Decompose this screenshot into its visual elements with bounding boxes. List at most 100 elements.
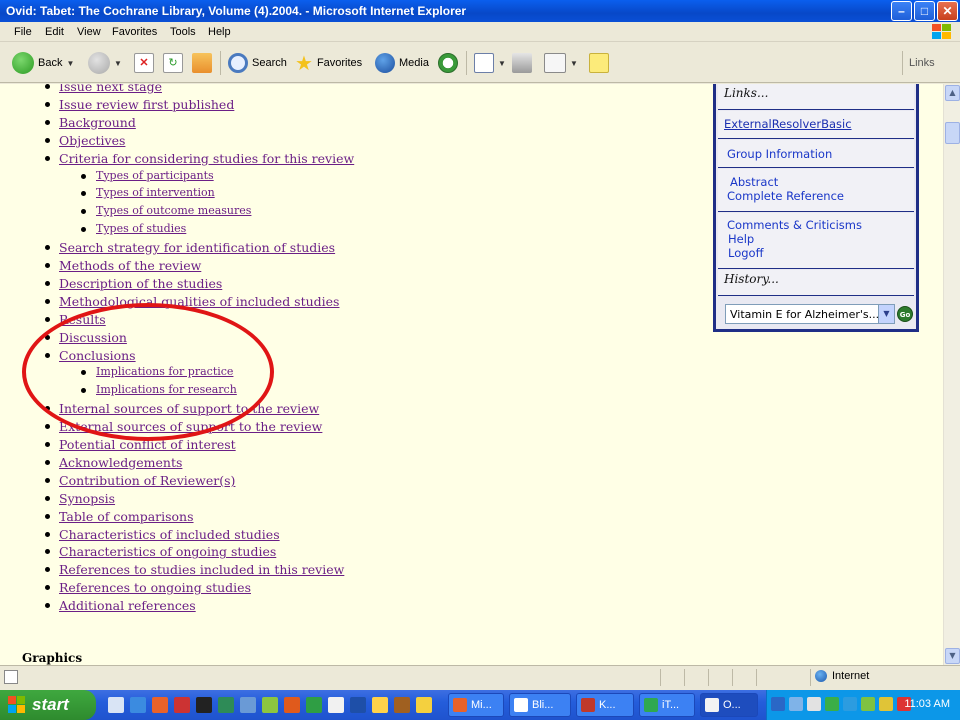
toc-link[interactable]: References to ongoing studies [59, 580, 251, 595]
search-button[interactable]: Search [228, 51, 287, 75]
toc-link[interactable]: Implications for research [96, 383, 237, 396]
toc-link[interactable]: Table of comparisons [59, 509, 194, 524]
menu-help[interactable]: Help [208, 26, 231, 38]
refresh-button[interactable]: ↻ [163, 51, 183, 75]
toc-link[interactable]: Methodological qualities of included stu… [59, 294, 339, 309]
logoff-link[interactable]: Logoff [727, 246, 905, 260]
toc-link[interactable]: External sources of support to the revie… [59, 419, 322, 434]
abstract-cell: Abstract Complete Reference [718, 169, 914, 212]
chevron-down-icon[interactable]: ▼ [570, 59, 578, 68]
menu-tools[interactable]: Tools [170, 26, 196, 38]
quicklaunch-ie-icon[interactable] [130, 697, 146, 713]
quicklaunch-excel-icon[interactable] [218, 697, 234, 713]
minimize-button[interactable]: – [891, 1, 912, 21]
maximize-button[interactable]: □ [914, 1, 935, 21]
quicklaunch-app6-icon[interactable] [372, 697, 388, 713]
quicklaunch-app7-icon[interactable] [394, 697, 410, 713]
chevron-down-icon[interactable]: ▼ [66, 59, 74, 68]
edit-button[interactable]: ▼ [544, 51, 578, 75]
toc-link[interactable]: Types of outcome measures [96, 204, 251, 217]
tray-app6-icon[interactable] [879, 697, 893, 711]
toc-link[interactable]: Acknowledgements [59, 455, 182, 470]
toc-link[interactable]: Characteristics of ongoing studies [59, 544, 276, 559]
toc-link[interactable]: References to studies included in this r… [59, 562, 344, 577]
toc-link[interactable]: Issue review first published [59, 97, 234, 112]
toc-link[interactable]: Implications for practice [96, 365, 233, 378]
toc-link[interactable]: Search strategy for identification of st… [59, 240, 335, 255]
quicklaunch-powerpoint-icon[interactable] [152, 697, 168, 713]
notes-button[interactable] [589, 51, 609, 75]
quicklaunch-app4-icon[interactable] [306, 697, 322, 713]
toc-link[interactable]: Types of studies [96, 222, 186, 235]
quicklaunch-app8-icon[interactable] [416, 697, 432, 713]
scroll-thumb[interactable] [945, 122, 960, 144]
favorites-button[interactable]: ★ Favorites [295, 51, 362, 75]
chevron-down-icon[interactable]: ▼ [114, 59, 122, 68]
vertical-scrollbar[interactable]: ▲ ▼ [943, 84, 960, 665]
go-button[interactable]: Go [897, 306, 913, 322]
toc-link[interactable]: Additional references [59, 598, 196, 613]
print-button[interactable] [512, 51, 532, 75]
quicklaunch-word-icon[interactable] [350, 697, 366, 713]
toc-link[interactable]: Issue next stage [59, 84, 162, 94]
scroll-up-button[interactable]: ▲ [945, 85, 960, 101]
taskbar-button-1[interactable]: Mi... [448, 693, 504, 717]
toc-link[interactable]: Synopsis [59, 491, 115, 506]
tray-app1-icon[interactable] [789, 697, 803, 711]
toc-link[interactable]: Criteria for considering studies for thi… [59, 151, 354, 166]
close-button[interactable]: ✕ [937, 1, 958, 21]
home-button[interactable] [192, 51, 212, 75]
tray-app4-icon[interactable] [843, 697, 857, 711]
toc-link[interactable]: Conclusions [59, 348, 136, 363]
tray-expand-icon[interactable] [771, 697, 785, 711]
toc-link[interactable]: Contribution of Reviewer(s) [59, 473, 235, 488]
history-select[interactable]: Vitamin E for Alzheimer's... ▼ [725, 304, 895, 324]
taskbar-button-4[interactable]: iT... [639, 693, 695, 717]
history-button[interactable] [438, 51, 458, 75]
mail-button[interactable]: ▼ [474, 51, 506, 75]
toc-link[interactable]: Internal sources of support to the revie… [59, 401, 319, 416]
tray-app2-icon[interactable] [807, 697, 821, 711]
toc-link[interactable]: Discussion [59, 330, 127, 345]
start-button[interactable]: start [0, 690, 96, 720]
back-button[interactable]: Back ▼ [12, 51, 74, 75]
group-information-link[interactable]: Group Information [727, 147, 905, 161]
menu-file[interactable]: File [14, 26, 32, 38]
chevron-down-icon[interactable]: ▼ [498, 59, 506, 68]
menu-view[interactable]: View [77, 26, 101, 38]
quicklaunch-star-icon[interactable] [196, 697, 212, 713]
scroll-down-button[interactable]: ▼ [945, 648, 960, 664]
taskbar-button-5[interactable]: O... [700, 693, 758, 717]
stop-button[interactable]: ✕ [134, 51, 154, 75]
quicklaunch-app5-icon[interactable] [328, 697, 344, 713]
links-toolbar[interactable]: Links [909, 51, 935, 75]
taskbar-button-3[interactable]: K... [576, 693, 634, 717]
toc-link[interactable]: Objectives [59, 133, 125, 148]
quicklaunch-app3-icon[interactable] [284, 697, 300, 713]
menu-edit[interactable]: Edit [45, 26, 64, 38]
toc-link[interactable]: Types of participants [96, 169, 214, 182]
toc-link[interactable]: Potential conflict of interest [59, 437, 236, 452]
comments-criticisms-link[interactable]: Comments & Criticisms [727, 218, 905, 232]
tray-app3-icon[interactable] [825, 697, 839, 711]
quicklaunch-app-icon[interactable] [174, 697, 190, 713]
media-button[interactable]: Media [375, 51, 429, 75]
chevron-down-icon[interactable]: ▼ [878, 305, 894, 323]
complete-reference-link[interactable]: Complete Reference [727, 189, 905, 203]
abstract-link[interactable]: Abstract [727, 175, 905, 189]
toc-link[interactable]: Characteristics of included studies [59, 527, 280, 542]
taskbar-button-2[interactable]: Bli... [509, 693, 571, 717]
external-resolver-link[interactable]: ExternalResolverBasic [724, 117, 908, 131]
quicklaunch-desktop-icon[interactable] [108, 697, 124, 713]
toc-link[interactable]: Description of the studies [59, 276, 222, 291]
toc-link[interactable]: Methods of the review [59, 258, 201, 273]
tray-app5-icon[interactable] [861, 697, 875, 711]
forward-button[interactable]: ▼ [88, 51, 122, 75]
toc-link[interactable]: Types of intervention [96, 186, 215, 199]
toc-link[interactable]: Background [59, 115, 136, 130]
quicklaunch-folder-icon[interactable] [240, 697, 256, 713]
menu-favorites[interactable]: Favorites [112, 26, 157, 38]
quicklaunch-app2-icon[interactable] [262, 697, 278, 713]
toc-link[interactable]: Results [59, 312, 106, 327]
help-link[interactable]: Help [727, 232, 905, 246]
